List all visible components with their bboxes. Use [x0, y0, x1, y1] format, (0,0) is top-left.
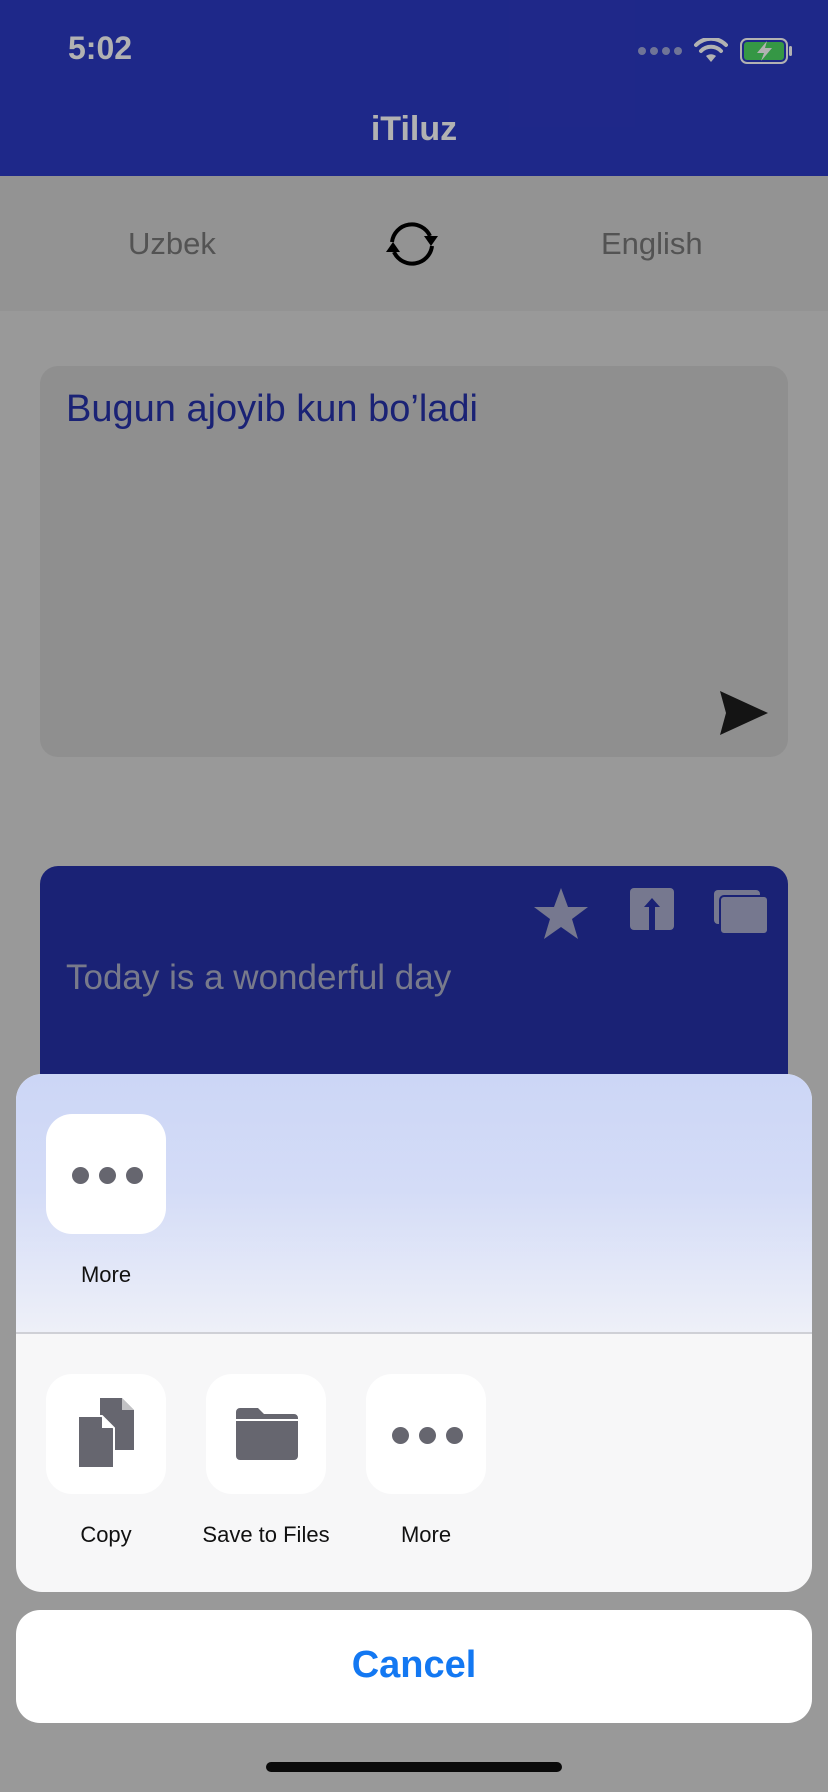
action-more-label: More	[400, 1522, 452, 1547]
share-app-more-label: More	[80, 1262, 132, 1287]
cancel-label: Cancel	[351, 1644, 477, 1686]
share-apps-row: More	[16, 1074, 812, 1332]
more-icon	[392, 1427, 463, 1444]
modal-dim-overlay-top	[0, 0, 828, 176]
home-indicator[interactable]	[266, 1762, 562, 1772]
cancel-button[interactable]: Cancel	[16, 1610, 812, 1723]
share-sheet-divider	[16, 1332, 812, 1334]
share-app-more-button[interactable]	[46, 1114, 166, 1234]
copy-action-button[interactable]	[46, 1374, 166, 1494]
copy-doc-icon	[78, 1398, 134, 1468]
more-icon	[72, 1167, 143, 1184]
folder-icon	[236, 1408, 298, 1460]
save-to-files-label: Save to Files	[202, 1522, 330, 1547]
copy-action-label: Copy	[80, 1522, 132, 1547]
save-to-files-button[interactable]	[206, 1374, 326, 1494]
share-sheet: More Copy Save to Files More	[16, 1074, 812, 1592]
action-more-button[interactable]	[366, 1374, 486, 1494]
